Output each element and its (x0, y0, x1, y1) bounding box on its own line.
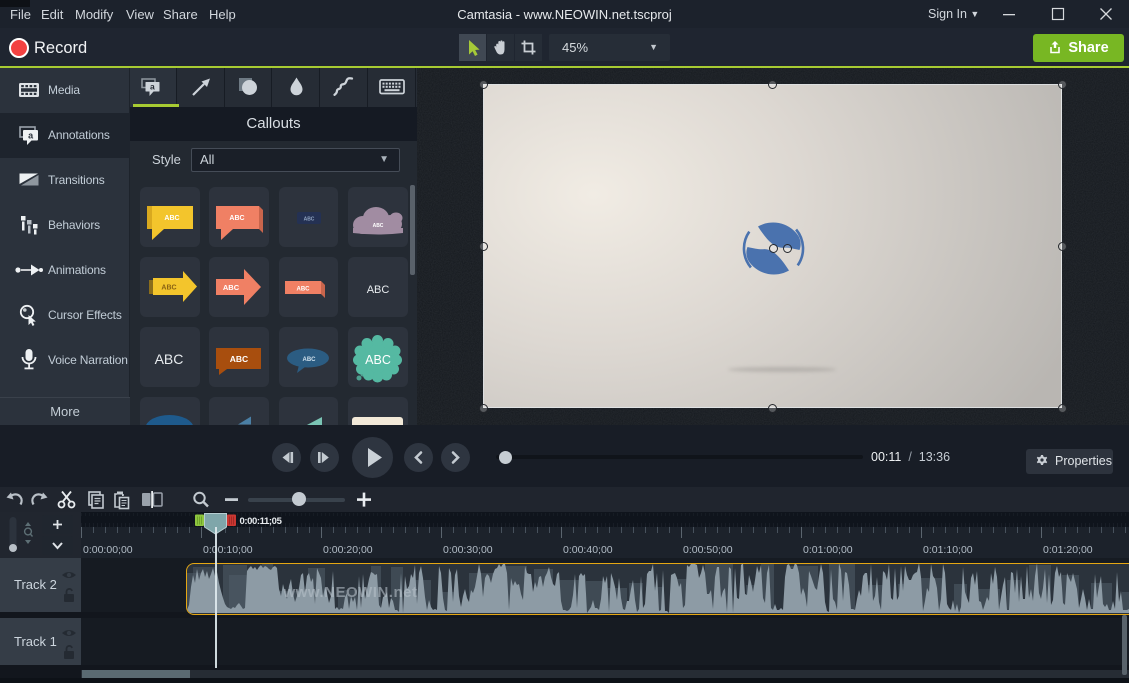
svg-text:ABC: ABC (223, 283, 240, 292)
svg-text:a: a (150, 81, 155, 91)
svg-text:ABC: ABC (230, 354, 248, 364)
svg-text:ABC: ABC (161, 285, 176, 292)
svg-text:ABC: ABC (365, 353, 391, 367)
svg-text:ABC: ABC (302, 357, 316, 363)
svg-text:ABC: ABC (303, 217, 314, 223)
svg-text:ABC: ABC (230, 215, 245, 222)
svg-text:ABC: ABC (155, 351, 184, 367)
svg-text:ABC: ABC (164, 215, 179, 222)
svg-text:ABC: ABC (296, 287, 310, 293)
svg-text:ABC: ABC (373, 223, 384, 229)
svg-text:ABC: ABC (367, 284, 390, 296)
